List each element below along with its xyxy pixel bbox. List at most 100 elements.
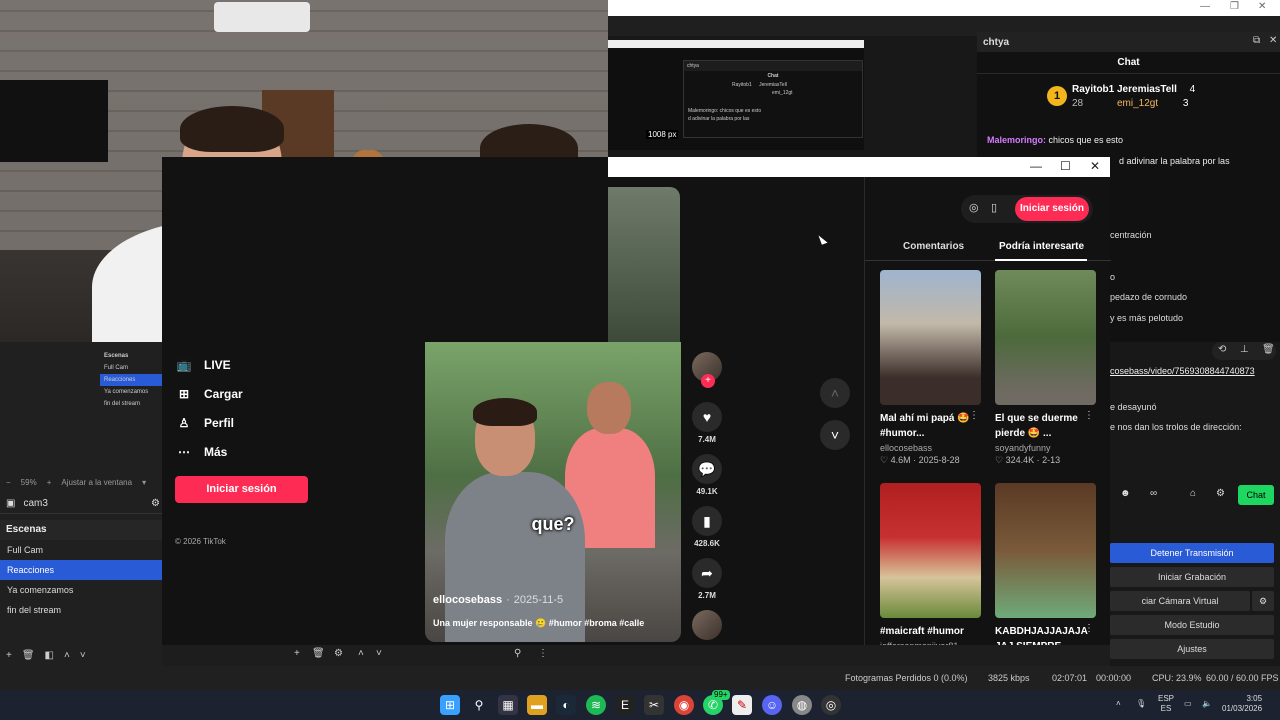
clock[interactable]: 3:05 01/03/2026 xyxy=(1222,694,1262,714)
scene-item-fin-del-stream[interactable]: fin del stream xyxy=(0,600,162,620)
close-icon[interactable]: ✕ xyxy=(1269,35,1277,46)
chrome-icon[interactable]: ◉ xyxy=(674,695,694,715)
gear-icon[interactable]: ⚙ xyxy=(1252,591,1274,611)
recommended-card[interactable]: Mal ahí mi papá 🤩 #humor... ⋮ ellocoseba… xyxy=(880,270,981,466)
more-icon[interactable]: ⋮ xyxy=(969,410,979,421)
spotify-icon[interactable]: ≋ xyxy=(586,695,606,715)
emoji-icon[interactable]: ☻ xyxy=(1120,488,1131,499)
login-button[interactable]: Iniciar sesión xyxy=(175,476,308,503)
trash-icon[interactable]: 🗑 xyxy=(22,650,35,661)
recommended-card[interactable]: KABDHJAJJAJAJA JAJ SIEMPRE... ⋮ xyxy=(995,483,1096,654)
add-icon[interactable]: + xyxy=(294,648,300,659)
nav-item-profile[interactable]: ♙ Perfil xyxy=(176,414,234,432)
live-icon: 📺 xyxy=(176,358,192,372)
top-login-button[interactable]: Iniciar sesión xyxy=(1015,197,1089,221)
like-button[interactable]: ♥ 7.4M xyxy=(687,402,727,444)
start-icon[interactable]: ⊞ xyxy=(440,695,460,715)
mixer-icon[interactable]: ⚲ xyxy=(514,648,521,659)
chevron-down-icon[interactable]: ˅ xyxy=(376,648,382,659)
maximize-icon[interactable]: ❐ xyxy=(1230,1,1239,12)
zoom-plus[interactable]: + xyxy=(47,478,52,487)
network-icon[interactable]: ▭ xyxy=(1184,699,1192,709)
capcut-icon[interactable]: ✂ xyxy=(644,695,664,715)
card-stats: ♡ 324.4K · 2-13 xyxy=(995,455,1061,465)
studio-mode-button[interactable]: Modo Estudio xyxy=(1110,615,1274,635)
tool-icon[interactable]: ✎ xyxy=(732,695,752,715)
nav-item-live[interactable]: 📺 LIVE xyxy=(176,356,231,374)
scene-item-full-cam[interactable]: Full Cam xyxy=(0,540,162,560)
chevron-up-icon[interactable]: ˄ xyxy=(64,650,70,661)
undock-icon[interactable]: ⧉ xyxy=(1253,35,1260,46)
camera-icon: ▣ xyxy=(6,498,16,509)
chevron-up-icon[interactable]: ˄ xyxy=(358,648,364,659)
gear-icon[interactable]: ⚙ xyxy=(151,498,160,509)
gear-icon[interactable]: ⚙ xyxy=(334,648,343,659)
minimize-icon[interactable]: — xyxy=(1030,159,1042,173)
folder-icon[interactable]: ▬ xyxy=(527,695,547,715)
recommended-card[interactable]: #maicraft #humor jeffersonmenjivar81 xyxy=(880,483,981,651)
steam-icon[interactable]: ◐ xyxy=(556,695,576,715)
search-icon[interactable]: ⚲ xyxy=(469,695,489,715)
share-button[interactable]: ➦ 2.7M xyxy=(687,558,727,600)
browser-icon[interactable]: ◍ xyxy=(792,695,812,715)
chat-button[interactable]: Chat xyxy=(1238,485,1274,505)
gear-icon[interactable]: ⚙ xyxy=(1216,488,1225,499)
follow-plus-icon[interactable]: + xyxy=(701,374,715,388)
leader-count: 28 xyxy=(1072,98,1084,109)
tab-recommended[interactable]: Podría interesarte xyxy=(999,241,1084,252)
video-author[interactable]: ellocosebass · 2025-11-5 xyxy=(433,594,563,606)
notification-badge: 99+ xyxy=(712,690,730,700)
close-icon[interactable]: ✕ xyxy=(1090,159,1100,173)
mini-chat-message: Malemoringo: chicos que es esto xyxy=(688,108,762,114)
trash-icon[interactable]: 🗑 xyxy=(312,648,325,659)
more-icon[interactable]: ⋮ xyxy=(1084,410,1094,421)
add-icon[interactable]: + xyxy=(6,650,12,661)
card-date: 2-13 xyxy=(1042,455,1061,465)
scene-item-ya-comenzamos[interactable]: Ya comenzamos xyxy=(0,580,162,600)
store-icon[interactable]: ▦ xyxy=(498,695,518,715)
video-url-link[interactable]: cosebass/video/7569308844740873 xyxy=(1110,366,1255,376)
obs-icon[interactable]: ◎ xyxy=(821,695,841,715)
author-avatar[interactable]: + xyxy=(687,352,727,388)
discord-icon[interactable]: ☺ xyxy=(762,695,782,715)
source-row[interactable]: ▣ cam3 ⚙ xyxy=(0,494,162,514)
chevron-down-icon[interactable]: ▾ xyxy=(142,478,146,487)
infinity-icon[interactable]: ∞ xyxy=(1150,488,1157,499)
nav-item-more[interactable]: ⋯ Más xyxy=(176,443,227,461)
keyboard-layout: ES xyxy=(1160,704,1172,713)
more-icon[interactable]: ⋮ xyxy=(1084,623,1094,634)
next-video-button[interactable]: ˅ xyxy=(820,420,850,450)
scene-item-reacciones[interactable]: Reacciones xyxy=(0,560,162,580)
settings-button[interactable]: Ajustes xyxy=(1110,639,1274,659)
tab-comments[interactable]: Comentarios xyxy=(903,241,964,252)
maximize-icon[interactable]: ☐ xyxy=(1060,159,1071,173)
chevron-down-icon[interactable]: ˅ xyxy=(80,650,86,661)
close-icon[interactable]: ✕ xyxy=(1258,1,1266,12)
previous-video-button[interactable]: ˄ xyxy=(820,378,850,408)
epic-games-icon[interactable]: E xyxy=(615,695,635,715)
start-recording-button[interactable]: Iniciar Grabación xyxy=(1110,567,1274,587)
language-indicator[interactable]: ESP ES xyxy=(1158,694,1174,714)
virtual-camera-button[interactable]: ciar Cámara Virtual xyxy=(1110,591,1250,611)
more-icon[interactable]: ⋮ xyxy=(538,648,548,659)
music-disc[interactable] xyxy=(687,610,727,640)
stop-stream-button[interactable]: Detener Transmisión xyxy=(1110,543,1274,563)
undo-icon[interactable]: ⟲ xyxy=(1218,344,1226,355)
pin-icon[interactable]: ⊥ xyxy=(1240,344,1249,355)
chevron-up-icon[interactable]: ˄ xyxy=(1116,699,1121,709)
recommended-card[interactable]: El que se duerme pierde 🤩 ... ⋮ soyandyf… xyxy=(995,270,1096,466)
compass-icon[interactable]: ◎ xyxy=(969,201,979,214)
zoom-mode[interactable]: Ajustar a la ventana xyxy=(61,478,132,487)
trash-icon[interactable]: 🗑 xyxy=(1262,344,1275,355)
nav-item-upload[interactable]: ⊞ Cargar xyxy=(176,385,243,403)
microphone-icon[interactable]: 🎙 xyxy=(1136,699,1146,709)
store-icon[interactable]: ⌂ xyxy=(1190,488,1196,499)
comment-button[interactable]: 💬 49.1K xyxy=(687,454,727,496)
zoom-minus[interactable]: − xyxy=(6,478,11,487)
filter-icon[interactable]: ◧ xyxy=(45,650,54,661)
bookmark-button[interactable]: ▮ 428.6K xyxy=(687,506,727,548)
minimize-icon[interactable]: — xyxy=(1200,1,1210,12)
phone-icon[interactable]: ▯ xyxy=(991,201,997,214)
video-player[interactable]: que? ellocosebass · 2025-11-5 Una mujer re… xyxy=(425,342,681,642)
volume-icon[interactable]: 🔈 xyxy=(1202,699,1212,709)
